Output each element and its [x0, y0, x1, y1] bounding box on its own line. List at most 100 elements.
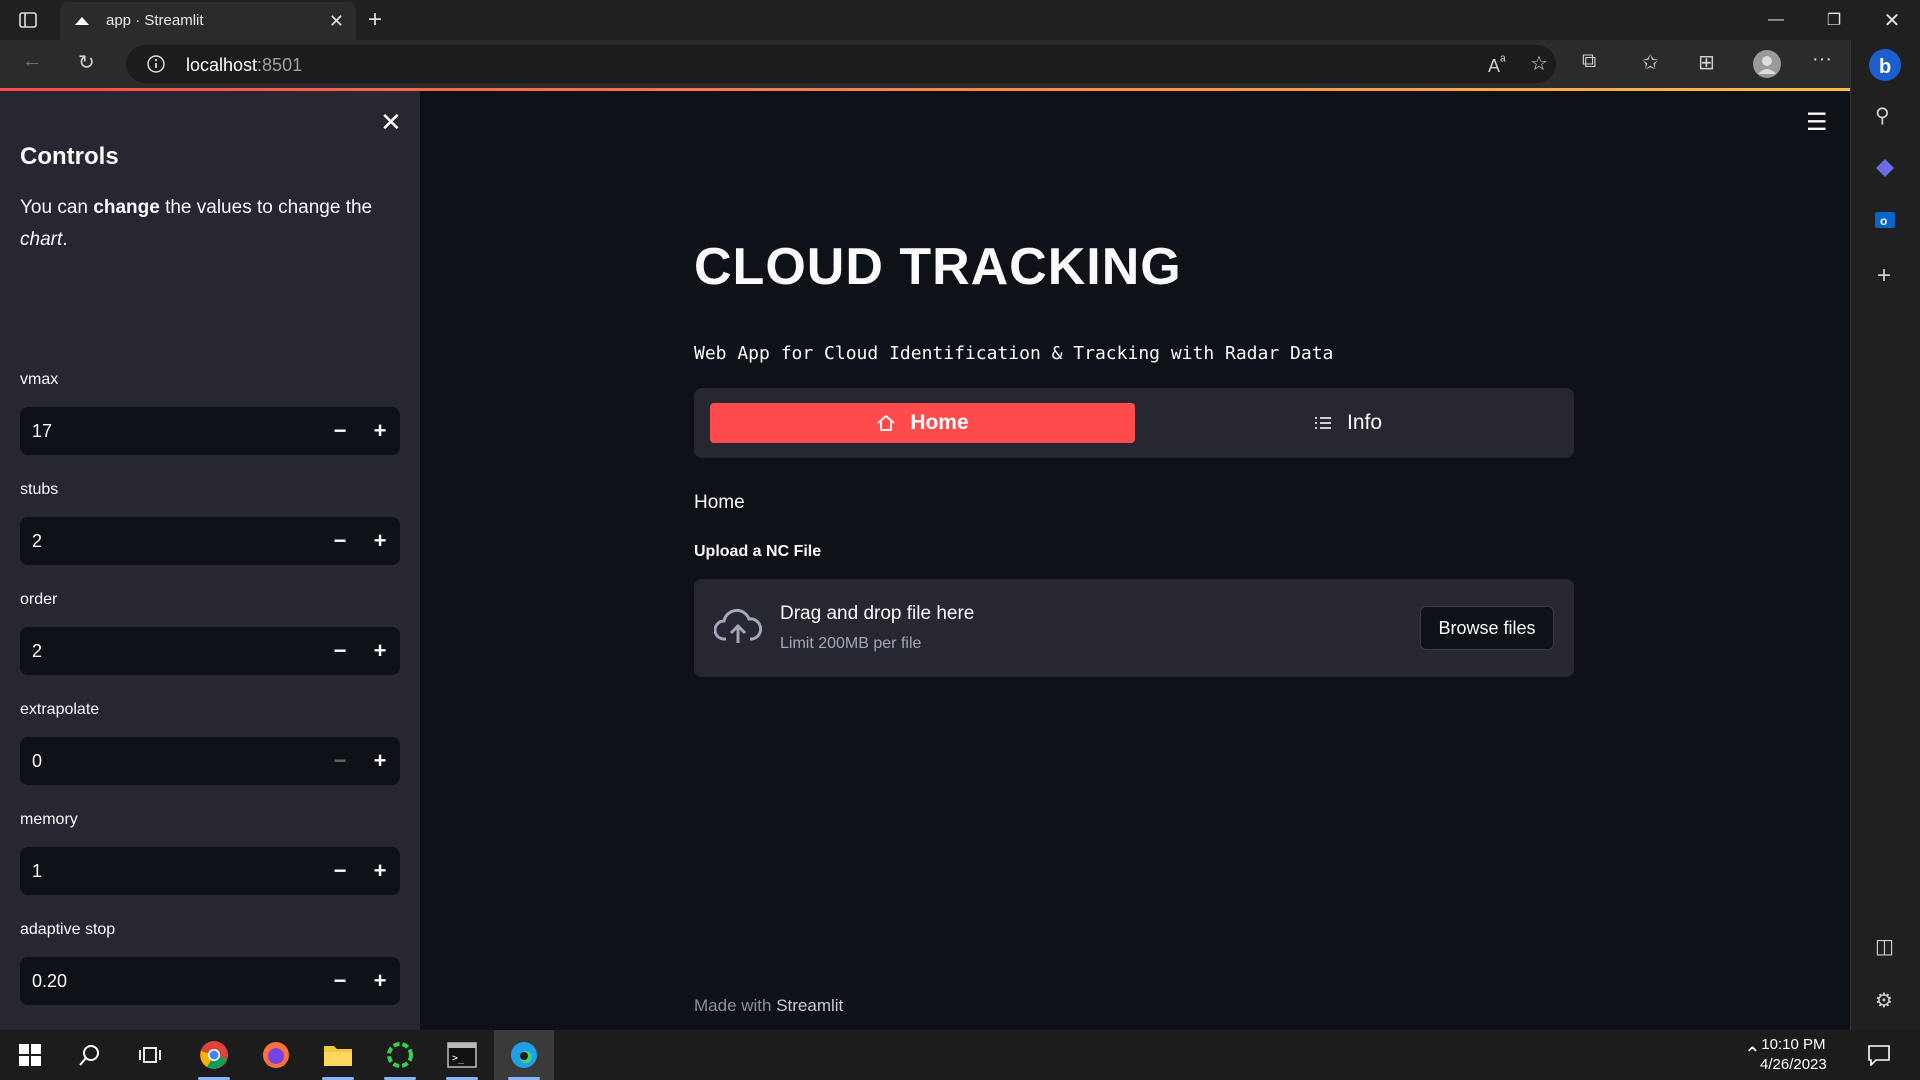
nav-info-button[interactable]: Info: [1135, 403, 1560, 443]
order-value[interactable]: 2: [20, 641, 320, 662]
system-clock[interactable]: 10:10 PM 4/26/2023: [1760, 1035, 1827, 1075]
svg-text:b: b: [1879, 56, 1891, 78]
notification-icon[interactable]: [1868, 1044, 1890, 1066]
outlook-icon[interactable]: o: [1875, 210, 1895, 230]
bing-chat-icon[interactable]: b: [1868, 48, 1902, 82]
edge-sidebar-rail: b ⚲ o + ◫ ⚙: [1850, 40, 1920, 1030]
terminal-taskbar-icon[interactable]: >_: [432, 1030, 492, 1080]
tab-title: app · Streamlit: [106, 12, 204, 29]
close-sidebar-icon[interactable]: ✕: [380, 107, 402, 138]
page-subtitle: Web App for Cloud Identification & Track…: [694, 343, 1334, 364]
svg-text:o: o: [1880, 214, 1887, 228]
favorite-add-icon[interactable]: ☆: [1530, 51, 1548, 76]
vmax-increment-button[interactable]: +: [360, 407, 400, 455]
adaptive-stop-decrement-button[interactable]: −: [320, 957, 360, 1005]
stubs-decrement-button[interactable]: −: [320, 517, 360, 565]
nav-info-label: Info: [1346, 411, 1383, 434]
more-options-icon[interactable]: ···: [1812, 48, 1832, 71]
page-title: CLOUD TRACKING: [694, 238, 1182, 296]
new-tab-button[interactable]: +: [368, 6, 382, 34]
browser-tab-active[interactable]: app · Streamlit ✕: [60, 2, 356, 40]
section-text: Home: [694, 492, 745, 513]
order-input[interactable]: 2 − +: [20, 627, 400, 675]
hide-sidebar-icon[interactable]: ◫: [1875, 934, 1894, 959]
tab-actions-icon[interactable]: [18, 10, 38, 30]
task-view-icon[interactable]: [120, 1030, 180, 1080]
streamlit-link[interactable]: Streamlit: [776, 996, 843, 1015]
stubs-increment-button[interactable]: +: [360, 517, 400, 565]
list-icon: [1313, 413, 1333, 433]
show-hidden-icons-icon[interactable]: ⌃: [1744, 1042, 1761, 1067]
restore-button[interactable]: ❐: [1806, 0, 1862, 40]
clock-date: 4/26/2023: [1760, 1056, 1827, 1073]
clock-time: 10:10 PM: [1761, 1036, 1826, 1053]
home-icon: [876, 413, 896, 433]
order-decrement-button[interactable]: −: [320, 627, 360, 675]
cloud-upload-icon: [714, 607, 762, 647]
tab-close-icon[interactable]: ✕: [329, 11, 344, 32]
stubs-value[interactable]: 2: [20, 531, 320, 552]
sidebar-title: Controls: [20, 143, 119, 170]
adaptive-stop-value[interactable]: 0.20: [20, 971, 320, 992]
memory-decrement-button[interactable]: −: [320, 847, 360, 895]
hamburger-menu-icon[interactable]: ☰: [1806, 108, 1828, 137]
extrapolate-increment-button[interactable]: +: [360, 737, 400, 785]
extrapolate-decrement-button[interactable]: −: [320, 737, 360, 785]
adaptive-stop-increment-button[interactable]: +: [360, 957, 400, 1005]
dropzone-limit: Limit 200MB per file: [780, 635, 922, 652]
memory-value[interactable]: 1: [20, 861, 320, 882]
profile-avatar[interactable]: [1752, 49, 1782, 79]
windows-taskbar: >_ ⌃ 10:10 PM 4/26/2023: [0, 1030, 1920, 1080]
refresh-icon[interactable]: ↻: [78, 50, 95, 75]
extrapolate-input[interactable]: 0 − +: [20, 737, 400, 785]
browser-tab-bar: app · Streamlit ✕ + — ❐ ✕: [0, 0, 1920, 40]
search-icon[interactable]: ⚲: [1875, 103, 1890, 128]
search-taskbar-icon[interactable]: [60, 1030, 120, 1080]
address-bar[interactable]: localhost:8501 Aᵃ ☆: [126, 45, 1556, 83]
extensions-icon[interactable]: ⧉: [1582, 50, 1596, 73]
vmax-input[interactable]: 17 − +: [20, 407, 400, 455]
minimize-button[interactable]: —: [1748, 0, 1804, 40]
firefox-taskbar-icon[interactable]: [246, 1030, 306, 1080]
adaptive-stop-label: adaptive stop: [20, 921, 116, 938]
nav-home-label: Home: [910, 411, 969, 434]
extrapolate-value[interactable]: 0: [20, 751, 320, 772]
stubs-label: stubs: [20, 481, 59, 498]
close-window-button[interactable]: ✕: [1864, 0, 1920, 40]
memory-label: memory: [20, 811, 78, 828]
stubs-input[interactable]: 2 − +: [20, 517, 400, 565]
browse-files-button[interactable]: Browse files: [1420, 606, 1554, 650]
browser-toolbar: ← ↻ localhost:8501 Aᵃ ☆ ⧉ ✩ ⊞ ···: [0, 40, 1920, 88]
nav-home-button[interactable]: Home: [710, 403, 1135, 443]
settings-icon[interactable]: ⚙: [1875, 988, 1893, 1013]
collections-icon[interactable]: ⊞: [1698, 50, 1715, 75]
add-app-icon[interactable]: +: [1877, 262, 1891, 290]
upload-label: Upload a NC File: [694, 543, 822, 560]
vmax-label: vmax: [20, 371, 59, 388]
edge-taskbar-icon[interactable]: [494, 1030, 554, 1080]
adaptive-stop-input[interactable]: 0.20 − +: [20, 957, 400, 1005]
extrapolate-label: extrapolate: [20, 701, 100, 718]
vmax-value[interactable]: 17: [20, 421, 320, 442]
order-label: order: [20, 591, 58, 608]
chrome-taskbar-icon[interactable]: [184, 1030, 244, 1080]
option-menu: Home Info: [694, 388, 1574, 458]
read-aloud-icon[interactable]: Aᵃ: [1488, 52, 1506, 77]
back-icon[interactable]: ←: [22, 50, 42, 73]
memory-input[interactable]: 1 − +: [20, 847, 400, 895]
copilot-icon[interactable]: [1875, 158, 1895, 178]
file-explorer-taskbar-icon[interactable]: [308, 1030, 368, 1080]
site-info-icon[interactable]: [146, 54, 166, 74]
start-button[interactable]: [0, 1030, 60, 1080]
memory-increment-button[interactable]: +: [360, 847, 400, 895]
url-host: localhost: [186, 55, 258, 75]
url-port: :8501: [257, 55, 303, 75]
streamlit-favicon-icon: [74, 13, 90, 29]
app-ring-taskbar-icon[interactable]: [370, 1030, 430, 1080]
file-dropzone[interactable]: Drag and drop file here Limit 200MB per …: [694, 579, 1574, 677]
order-increment-button[interactable]: +: [360, 627, 400, 675]
dropzone-title: Drag and drop file here: [780, 603, 975, 624]
favorites-icon[interactable]: ✩: [1642, 50, 1659, 75]
sidebar-description: You can change the values to change the …: [20, 197, 373, 250]
vmax-decrement-button[interactable]: −: [320, 407, 360, 455]
